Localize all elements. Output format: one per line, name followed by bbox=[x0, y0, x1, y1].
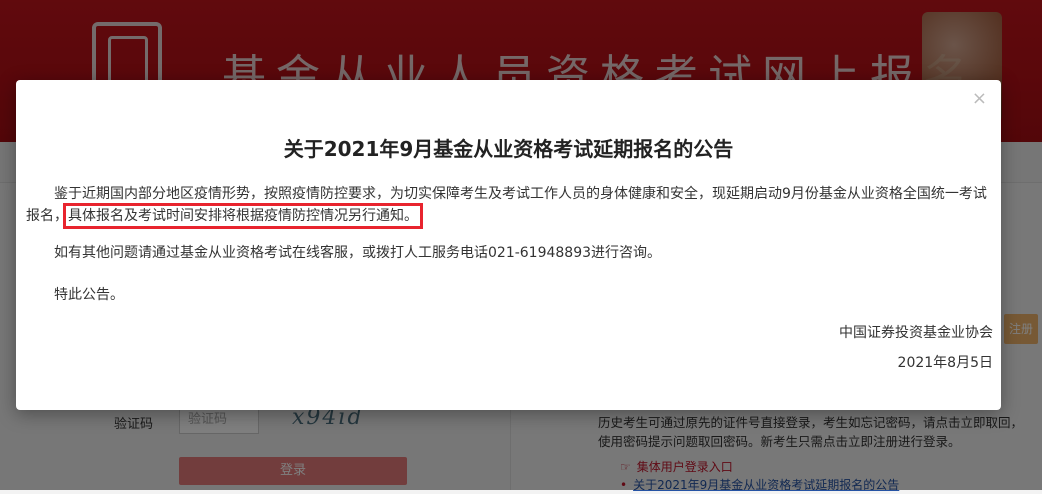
highlighted-text: 具体报名及考试时间安排将根据疫情防控情况另行通知。 bbox=[63, 203, 423, 229]
announcement-paragraph-3: 特此公告。 bbox=[54, 287, 124, 303]
signature-date: 2021年8月5日 bbox=[897, 355, 993, 371]
announcement-paragraph-1: 鉴于近期国内部分地区疫情形势，按照疫情防控要求，为切实保障考生及考试工作人员的身… bbox=[26, 183, 991, 229]
modal-title: 关于2021年9月基金从业资格考试延期报名的公告 bbox=[283, 137, 734, 161]
announcement-paragraph-2: 如有其他问题请通过基金从业资格考试在线客服，或拨打人工服务电话021-61948… bbox=[54, 245, 662, 261]
signature-organization: 中国证券投资基金业协会 bbox=[839, 325, 993, 341]
close-icon[interactable]: × bbox=[972, 88, 987, 109]
announcement-modal: × 关于2021年9月基金从业资格考试延期报名的公告 鉴于近期国内部分地区疫情形… bbox=[16, 80, 1001, 410]
